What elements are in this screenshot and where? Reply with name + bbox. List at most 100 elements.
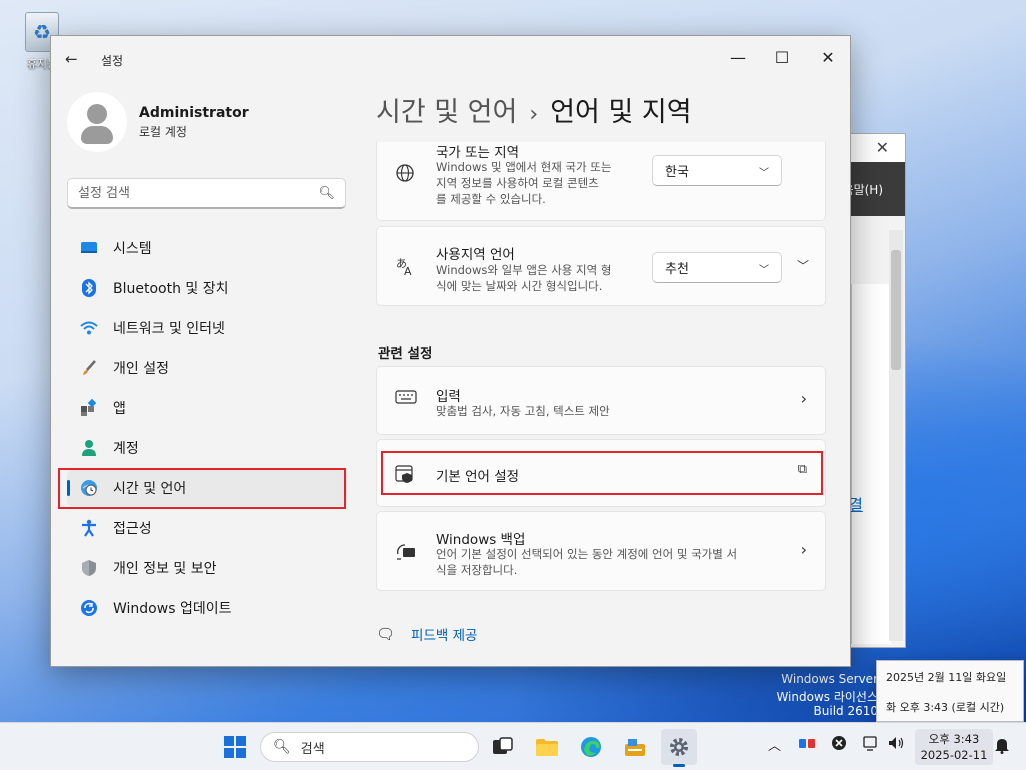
breadcrumb-parent[interactable]: 시간 및 언어 (376, 97, 517, 128)
server-manager-button[interactable] (617, 729, 653, 765)
sidebar-item-system[interactable]: 시스템 (67, 230, 347, 266)
app-title: 설정 (101, 54, 124, 68)
server-manager-icon (625, 739, 645, 756)
globe-icon (395, 163, 415, 188)
sidebar-item-label: 계정 (113, 441, 139, 457)
scrollbar-thumb[interactable] (891, 250, 901, 370)
feedback-label: 피드백 제공 (411, 628, 478, 644)
alert-tray-icon[interactable] (831, 735, 847, 755)
watermark-line-3: Build 2610 (813, 704, 878, 718)
input-card[interactable]: 입력 맞춤법 검사, 자동 고침, 텍스트 제안 › (376, 366, 826, 435)
chevron-right-icon: › (800, 389, 807, 408)
shield-icon (79, 558, 99, 578)
close-button[interactable]: ✕ (806, 42, 850, 72)
regional-format-dropdown[interactable]: 추천 ﹀ (652, 252, 782, 283)
monitor-icon (79, 238, 99, 258)
sidebar-item-windows-update[interactable]: Windows 업데이트 (67, 590, 347, 626)
windows-backup-desc-2: 식을 저장합니다. (436, 563, 518, 577)
sidebar-item-bluetooth[interactable]: Bluetooth 및 장치 (67, 270, 347, 306)
settings-taskbar-button[interactable] (661, 729, 697, 767)
clock-date: 2025-02-11 (920, 748, 988, 762)
page-title: 언어 및 지역 (550, 97, 692, 128)
chevron-down-icon: ﹀ (759, 168, 769, 179)
breadcrumb: 시간 및 언어 › 언어 및 지역 (376, 90, 692, 129)
regional-format-desc-1: Windows와 일부 앱은 사용 지역 형 (436, 263, 612, 277)
sidebar-item-accessibility[interactable]: 접근성 (67, 510, 347, 546)
breadcrumb-separator: › (529, 102, 539, 127)
network-status-icon[interactable] (862, 735, 880, 755)
language-icon: あA (395, 255, 417, 282)
tooltip-date: 2025년 2월 11일 화요일 (886, 671, 1007, 684)
content-pane: 국가 또는 지역 Windows 및 앱에서 현재 국가 또는 지역 정보를 사… (376, 142, 828, 666)
settings-window: ← 설정 — ☐ ✕ Administrator 로컬 계정 🔍︎ 시스템 Bl… (50, 35, 851, 667)
task-view-icon (493, 737, 513, 754)
user-profile[interactable]: Administrator 로컬 계정 (67, 92, 249, 152)
sidebar-nav: 시스템 Bluetooth 및 장치 네트워크 및 인터넷 개인 설정 앱 계정… (67, 230, 347, 630)
task-view-button[interactable] (485, 729, 521, 765)
region-dropdown[interactable]: 한국 ﹀ (652, 155, 782, 186)
chevron-up-icon[interactable]: ︿ (768, 735, 781, 754)
feedback-icon: 🗨︎ (376, 625, 396, 643)
taskbar-search-label: 검색 (300, 741, 325, 757)
search-icon[interactable]: 🔍︎ (318, 186, 335, 201)
clock-tooltip: 2025년 2월 11일 화요일 화 오후 3:43 (로컬 시간) (876, 660, 1024, 722)
highlight-box-admin-language (381, 451, 823, 495)
scrollbar[interactable] (889, 230, 903, 641)
search-icon: 🔍︎ (273, 739, 291, 755)
windows-logo-icon (224, 736, 246, 758)
settings-search[interactable]: 🔍︎ (67, 178, 346, 209)
title-bar[interactable]: ← 설정 — ☐ ✕ (51, 36, 850, 82)
region-card: 국가 또는 지역 Windows 및 앱에서 현재 국가 또는 지역 정보를 사… (376, 142, 826, 221)
taskbar-search[interactable]: 🔍︎ 검색 (260, 732, 479, 762)
sidebar-item-personalization[interactable]: 개인 설정 (67, 350, 347, 386)
input-desc: 맞춤법 검사, 자동 고침, 텍스트 제안 (436, 404, 610, 418)
background-link[interactable]: 결 (849, 494, 863, 515)
regional-format-title: 사용지역 언어 (436, 247, 515, 263)
edge-button[interactable] (573, 729, 609, 765)
region-desc-2: 지역 정보를 사용하여 로컬 콘텐츠 (436, 176, 599, 190)
windows-backup-desc-1: 언어 기본 설정이 선택되어 있는 동안 계정에 언어 및 국가별 서 (436, 547, 738, 561)
accessibility-icon (79, 518, 99, 538)
file-explorer-button[interactable] (529, 729, 565, 765)
regional-format-value: 추천 (665, 262, 689, 277)
apps-icon (79, 398, 99, 418)
volume-icon[interactable] (887, 735, 905, 755)
svg-text:A: A (404, 265, 412, 277)
network-tray-icon[interactable] (798, 735, 816, 755)
start-button[interactable] (217, 729, 253, 765)
account-type: 로컬 계정 (139, 124, 187, 139)
sidebar-item-label: Windows 업데이트 (113, 601, 232, 617)
clock-time: 오후 3:43 (928, 732, 980, 746)
backup-icon (395, 542, 417, 567)
close-icon[interactable]: ✕ (876, 138, 889, 157)
watermark-line-1: Windows Server (781, 672, 878, 686)
chevron-down-icon: ﹀ (759, 265, 769, 276)
related-settings-heading: 관련 설정 (378, 346, 433, 362)
minimize-button[interactable]: — (716, 42, 760, 72)
person-icon (79, 438, 99, 458)
notification-bell-icon[interactable] (994, 736, 1010, 758)
input-title: 입력 (436, 389, 461, 405)
folder-icon (536, 739, 558, 756)
sidebar-item-label: 네트워크 및 인터넷 (113, 321, 225, 337)
regional-format-card[interactable]: あA 사용지역 언어 Windows와 일부 앱은 사용 지역 형 식에 맞는 … (376, 226, 826, 306)
maximize-button[interactable]: ☐ (760, 42, 804, 72)
windows-backup-card[interactable]: Windows 백업 언어 기본 설정이 선택되어 있는 동안 계정에 언어 및… (376, 511, 826, 591)
region-value: 한국 (665, 165, 689, 180)
highlight-box-sidebar (58, 468, 346, 509)
region-desc-1: Windows 및 앱에서 현재 국가 또는 (436, 160, 612, 174)
sidebar-item-network[interactable]: 네트워크 및 인터넷 (67, 310, 347, 346)
search-input[interactable] (78, 185, 319, 201)
back-arrow-icon[interactable]: ← (65, 50, 78, 68)
feedback-link[interactable]: 🗨︎ 피드백 제공 (376, 624, 477, 644)
system-clock[interactable]: 오후 3:43 2025-02-11 (915, 729, 993, 765)
brush-icon (79, 358, 99, 378)
sidebar-item-accounts[interactable]: 계정 (67, 430, 347, 466)
expand-chevron-icon[interactable]: ﹀ (797, 257, 809, 274)
sidebar-item-label: 개인 정보 및 보안 (113, 561, 217, 577)
sidebar-item-privacy[interactable]: 개인 정보 및 보안 (67, 550, 347, 586)
user-name: Administrator (139, 104, 249, 121)
sidebar-item-apps[interactable]: 앱 (67, 390, 347, 426)
bluetooth-icon (79, 278, 99, 298)
gear-icon (670, 738, 688, 756)
